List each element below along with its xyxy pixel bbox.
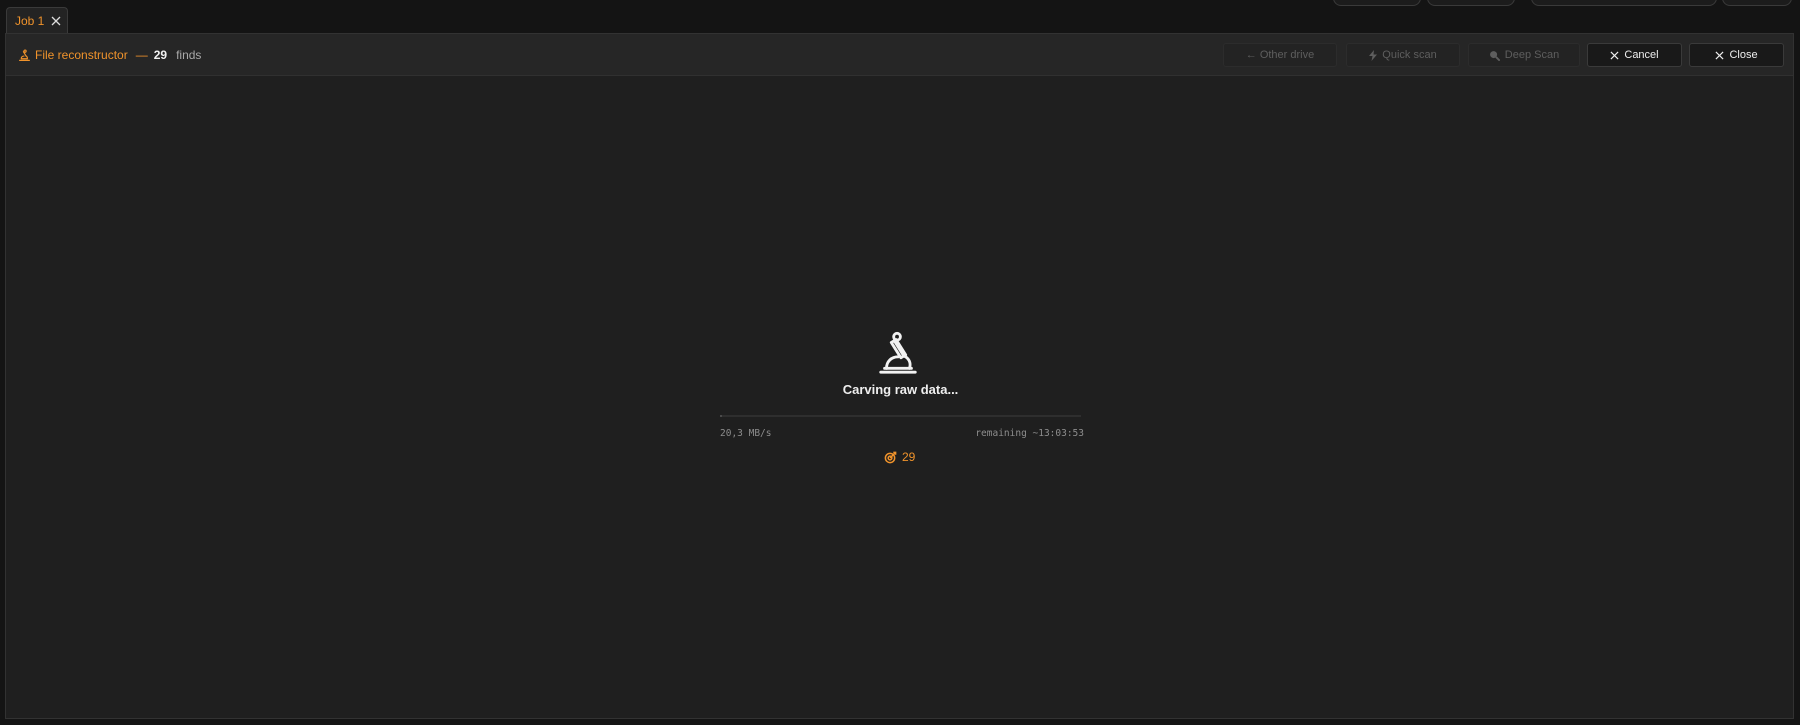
- toolbar-pill-2[interactable]: [1427, 0, 1515, 6]
- scan-status: Carving raw data...: [842, 382, 959, 397]
- microscope-icon: [875, 330, 921, 376]
- tab-job-1[interactable]: Job 1: [6, 7, 68, 34]
- finds-badge-count: 29: [902, 450, 916, 464]
- toolbar-pill-1[interactable]: [1333, 0, 1421, 6]
- time-remaining: remaining ~13:03:53: [975, 428, 1084, 439]
- target-icon: [884, 451, 897, 464]
- progress-bar: [720, 415, 1081, 417]
- finds-badge: 29: [884, 450, 915, 464]
- scan-speed: 20,3 MB/s: [720, 428, 772, 439]
- close-icon[interactable]: [51, 16, 61, 26]
- scan-progress-area: Carving raw data... 20,3 MB/s remaining …: [6, 34, 1793, 718]
- reconstructor-panel: File reconstructor — 29 finds ← Other dr…: [5, 33, 1794, 719]
- progress-fill: [720, 415, 722, 417]
- tab-label: Job 1: [15, 14, 45, 28]
- toolbar-pill-4[interactable]: [1722, 0, 1792, 6]
- top-bar: Job 1: [0, 0, 1800, 34]
- toolbar-pill-3[interactable]: [1531, 0, 1717, 6]
